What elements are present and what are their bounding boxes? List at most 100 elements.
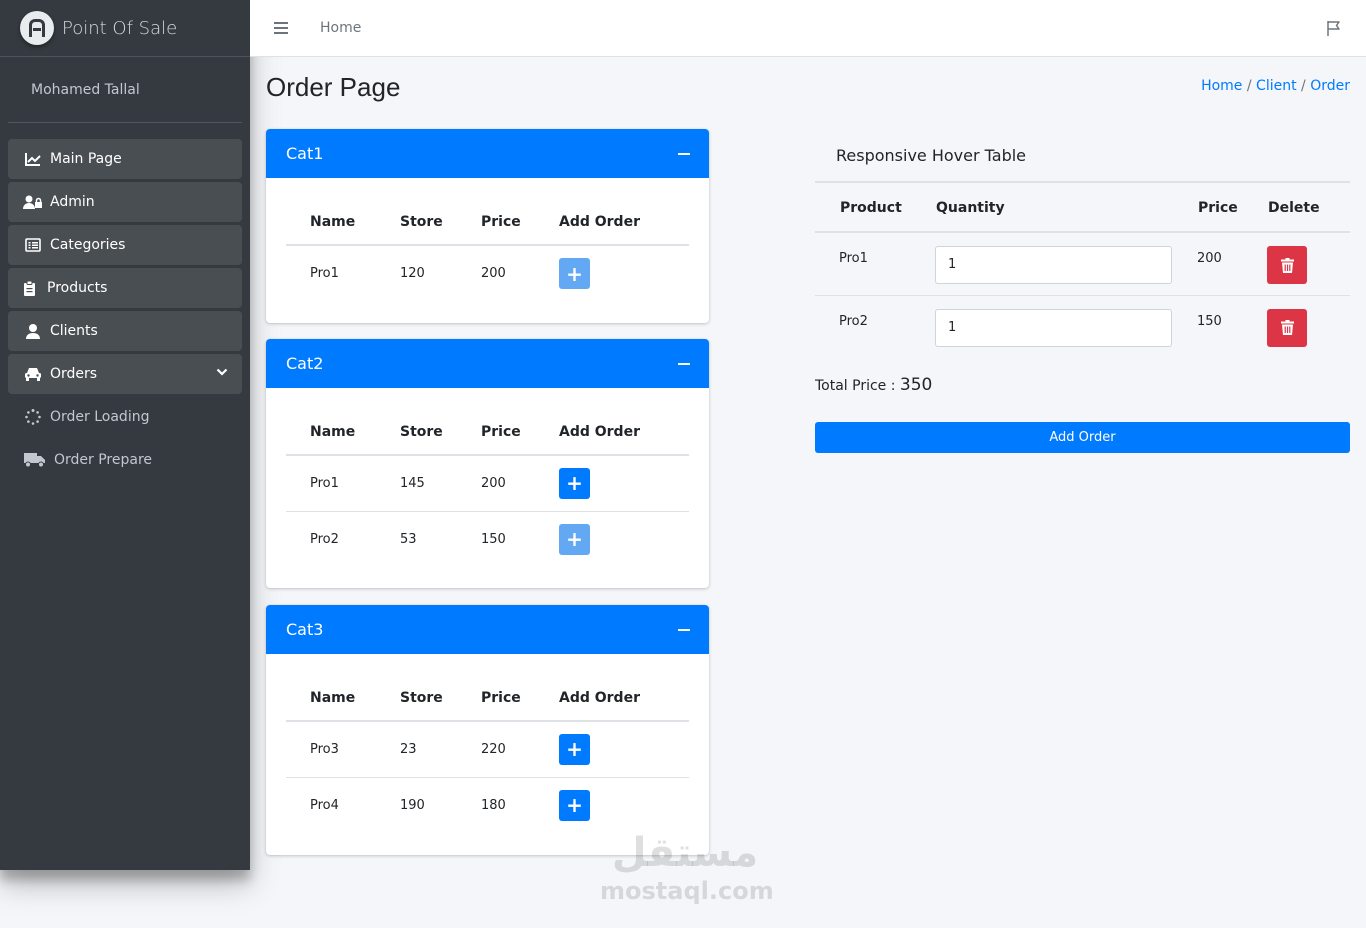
sidebar-nav: Main Page Admin Categories Products Clie… xyxy=(0,123,250,480)
col-header-add-order: Add Order xyxy=(535,198,689,246)
card-title: Cat3 xyxy=(286,620,324,639)
col-header-name: Name xyxy=(286,674,376,722)
col-header-delete: Delete xyxy=(1243,183,1350,233)
sidebar-item-products[interactable]: Products xyxy=(8,268,242,308)
product-name: Pro4 xyxy=(310,797,339,813)
order-price: 150 xyxy=(1197,313,1222,329)
page-title: Order Page xyxy=(266,72,401,102)
top-navbar: Home xyxy=(250,0,1366,57)
delete-button[interactable] xyxy=(1267,308,1307,347)
user-name[interactable]: Mohamed Tallal xyxy=(8,57,242,123)
hamburger-menu-icon[interactable] xyxy=(274,22,288,34)
order-price: 200 xyxy=(1173,232,1243,296)
brand-link[interactable]: Point Of Sale xyxy=(0,0,250,57)
products-table: Name Store Price Add Order Pro1 145 200 … xyxy=(286,408,689,567)
add-order-button[interactable]: + xyxy=(559,523,590,555)
top-home-link[interactable]: Home xyxy=(320,20,361,36)
product-name: Pro1 xyxy=(310,266,339,281)
user-lock-icon xyxy=(23,195,43,209)
product-price: 200 xyxy=(481,266,506,281)
total-price-value: 350 xyxy=(899,375,933,395)
product-store: 120 xyxy=(400,266,425,281)
add-order-button[interactable]: + xyxy=(559,733,590,765)
product-price: 180 xyxy=(481,797,506,813)
sidebar-item-main-page[interactable]: Main Page xyxy=(8,139,242,179)
collapse-minus-icon[interactable] xyxy=(678,629,690,631)
plus-icon: + xyxy=(566,261,583,286)
truck-icon xyxy=(23,452,47,468)
add-order-button[interactable]: + xyxy=(559,258,590,289)
collapse-minus-icon[interactable] xyxy=(678,153,690,155)
trash-icon xyxy=(1280,257,1294,273)
table-row: Pro2 1 150 xyxy=(815,295,1350,358)
breadcrumb-order[interactable]: Order xyxy=(1310,78,1350,94)
col-header-name: Name xyxy=(286,198,376,246)
quantity-input[interactable]: 1 xyxy=(935,308,1172,347)
breadcrumb-separator: / xyxy=(1301,78,1306,94)
breadcrumb-client[interactable]: Client xyxy=(1256,78,1297,94)
table-row: Pro2 53 150 + xyxy=(286,511,689,567)
sidebar-item-admin[interactable]: Admin xyxy=(8,182,242,222)
collapse-minus-icon[interactable] xyxy=(678,363,690,365)
col-header-store: Store xyxy=(376,408,457,456)
category-card-cat2: Cat2 Name Store Price Add Order Pro1 145… xyxy=(266,339,709,588)
flag-icon[interactable] xyxy=(1326,20,1342,36)
col-header-name: Name xyxy=(286,408,376,456)
table-row: Pro4 190 180 + xyxy=(286,777,689,833)
order-table: Product Quantity Price Delete Pro1 1 200… xyxy=(815,183,1350,358)
table-row: Pro1 145 200 + xyxy=(286,455,689,512)
sidebar-item-categories[interactable]: Categories xyxy=(8,225,242,265)
sidebar-item-label: Main Page xyxy=(50,151,122,167)
product-store: 145 xyxy=(376,455,457,512)
category-card-cat1: Cat1 Name Store Price Add Order Pro1 120… xyxy=(266,129,709,323)
product-name: Pro1 xyxy=(286,455,376,512)
product-store: 53 xyxy=(400,531,417,547)
col-header-price: Price xyxy=(457,198,535,246)
card-header: Cat1 xyxy=(266,129,709,178)
chart-line-icon xyxy=(23,152,43,166)
col-header-store: Store xyxy=(376,674,457,722)
brand-logo-icon xyxy=(20,11,54,45)
chevron-down-icon xyxy=(216,365,228,381)
sidebar-item-order-loading[interactable]: Order Loading xyxy=(8,397,242,437)
quantity-input[interactable]: 1 xyxy=(935,246,1172,284)
card-title: Cat2 xyxy=(286,354,324,373)
product-price: 150 xyxy=(481,531,506,547)
total-price: Total Price : 350 xyxy=(815,375,1350,395)
col-header-product: Product xyxy=(815,183,911,233)
sidebar-item-label: Orders xyxy=(50,366,98,382)
table-row: Pro3 23 220 + xyxy=(286,721,689,778)
sidebar-item-label: Order Prepare xyxy=(54,452,153,468)
user-icon xyxy=(23,323,43,339)
sidebar-item-clients[interactable]: Clients xyxy=(8,311,242,351)
product-store: 190 xyxy=(400,797,425,813)
total-price-label: Total Price : xyxy=(815,378,896,394)
product-store: 23 xyxy=(376,721,457,778)
col-header-add-order: Add Order xyxy=(535,674,689,722)
order-panel: Responsive Hover Table Product Quantity … xyxy=(815,129,1350,453)
sidebar-item-order-prepare[interactable]: Order Prepare xyxy=(8,440,242,480)
breadcrumb: Home / Client / Order xyxy=(1201,78,1350,94)
watermark-arabic: مستقل xyxy=(611,830,759,876)
add-order-button[interactable]: + xyxy=(559,789,590,821)
card-header: Cat2 xyxy=(266,339,709,388)
col-header-price: Price xyxy=(457,674,535,722)
watermark-text: mostaql.com xyxy=(600,877,774,905)
breadcrumb-home[interactable]: Home xyxy=(1201,78,1242,94)
brand-name: Point Of Sale xyxy=(62,17,178,39)
submit-order-button[interactable]: Add Order xyxy=(815,422,1350,453)
sidebar-item-orders[interactable]: Orders xyxy=(8,354,242,394)
add-order-button[interactable]: + xyxy=(559,467,590,499)
product-price: 200 xyxy=(457,455,535,512)
sidebar-item-label: Clients xyxy=(50,323,98,339)
plus-icon: + xyxy=(566,527,583,552)
plus-icon: + xyxy=(566,471,583,496)
product-price: 220 xyxy=(457,721,535,778)
delete-button[interactable] xyxy=(1267,246,1307,284)
card-title: Cat1 xyxy=(286,144,324,163)
watermark-logo: مستقل mostaql.com xyxy=(600,828,774,905)
col-header-price: Price xyxy=(457,408,535,456)
product-name: Pro2 xyxy=(310,531,339,547)
clipboard-icon xyxy=(23,280,35,296)
col-header-quantity: Quantity xyxy=(911,183,1173,233)
